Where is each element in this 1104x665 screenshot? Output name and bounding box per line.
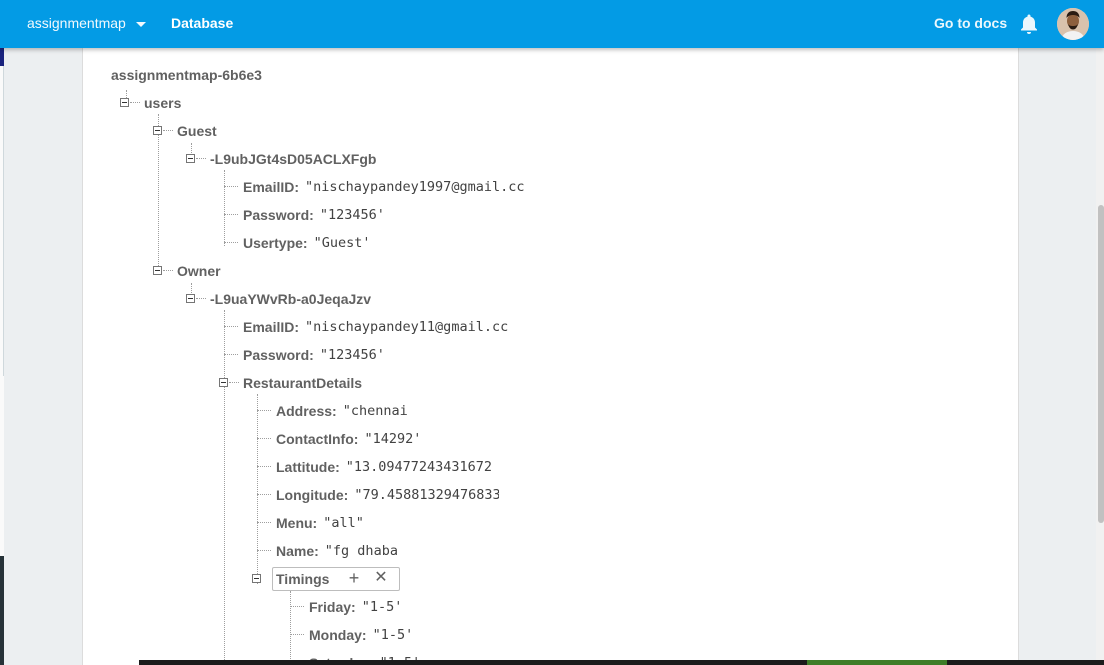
project-name: assignmentmap: [27, 15, 126, 31]
field-owner-password[interactable]: Password: "123456': [243, 345, 385, 365]
node-restaurant-details[interactable]: RestaurantDetails: [243, 373, 362, 393]
bottom-taskbar-strip: [139, 660, 1104, 665]
field-lattitude[interactable]: Lattitude: "13.09477243431672: [276, 457, 492, 477]
delete-node-button[interactable]: ✕: [374, 570, 388, 586]
field-owner-email[interactable]: EmailID: "nischaypandey11@gmail.cc: [243, 317, 508, 337]
collapse-guest-id-toggle[interactable]: [186, 154, 195, 163]
collapse-users-toggle[interactable]: [120, 98, 129, 107]
field-longitude[interactable]: Longitude: "79.45881329476833: [276, 485, 499, 505]
field-value: "123456': [319, 207, 385, 223]
field-contact-info[interactable]: ContactInfo: "14292': [276, 429, 421, 449]
field-guest-password[interactable]: Password: "123456': [243, 205, 385, 225]
go-to-docs-link[interactable]: Go to docs: [934, 15, 1007, 31]
field-value: "nischaypandey11@gmail.cc: [305, 319, 509, 335]
field-guest-email[interactable]: EmailID: "nischaypandey1997@gmail.cc: [243, 177, 524, 197]
field-value: "13.09477243431672: [345, 459, 493, 475]
field-value: "chennai: [342, 403, 408, 419]
node-timings[interactable]: Timings: [276, 569, 329, 589]
field-value: "14292': [364, 431, 422, 447]
node-guest[interactable]: Guest: [177, 121, 217, 141]
node-owner[interactable]: Owner: [177, 261, 221, 281]
node-users[interactable]: users: [144, 93, 181, 113]
left-edge: [0, 48, 4, 665]
data-tree: assignmentmap-6b6e3 users Guest -L9ubJGt…: [83, 48, 1018, 665]
collapse-owner-toggle[interactable]: [153, 266, 162, 275]
scrollbar-thumb[interactable]: [1098, 205, 1104, 523]
field-name[interactable]: Name: "fg dhaba: [276, 541, 398, 561]
field-address[interactable]: Address: "chennai: [276, 401, 408, 421]
collapse-owner-id-toggle[interactable]: [186, 294, 195, 303]
field-value: "Guest': [313, 235, 371, 251]
field-value: "1-5': [372, 627, 414, 643]
field-monday[interactable]: Monday: "1-5': [309, 625, 413, 645]
section-title: Database: [171, 15, 234, 31]
tree-root[interactable]: assignmentmap-6b6e3: [111, 65, 262, 85]
field-guest-usertype[interactable]: Usertype: "Guest': [243, 233, 371, 253]
collapse-timings-toggle[interactable]: [252, 574, 261, 583]
field-friday[interactable]: Friday: "1-5': [309, 597, 402, 617]
project-selector[interactable]: assignmentmap: [27, 15, 146, 31]
add-child-button[interactable]: +: [347, 569, 361, 587]
field-value: "nischaypandey1997@gmail.cc: [305, 179, 525, 195]
field-value: "all": [323, 515, 364, 531]
user-avatar[interactable]: [1057, 8, 1089, 40]
field-value: "fg dhaba: [324, 543, 398, 559]
top-app-bar: assignmentmap Database Go to docs: [0, 0, 1104, 48]
bell-icon[interactable]: [1019, 13, 1039, 35]
node-guest-id[interactable]: -L9ubJGt4sD05ACLXFgb: [210, 149, 376, 169]
field-menu[interactable]: Menu: "all": [276, 513, 364, 533]
field-value: "1-5': [361, 599, 403, 615]
collapse-restaurant-toggle[interactable]: [219, 378, 228, 387]
field-value: "123456': [319, 347, 385, 363]
collapse-guest-toggle[interactable]: [153, 126, 162, 135]
node-owner-id[interactable]: -L9uaYWvRb-a0JeqaJzv: [210, 289, 371, 309]
field-value: "79.45881329476833: [354, 487, 500, 503]
database-panel: assignmentmap-6b6e3 users Guest -L9ubJGt…: [82, 48, 1019, 665]
chevron-down-icon: [135, 21, 146, 27]
